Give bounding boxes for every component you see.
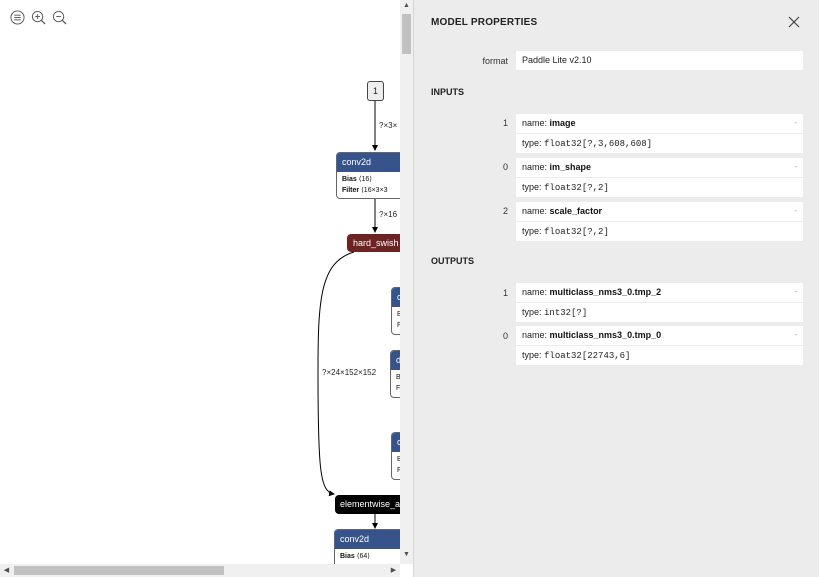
input-type: float32[?,2] [544,227,609,237]
output-index: 0 [502,331,508,341]
node-attr-value: ⟨16×3×3 [361,187,388,194]
node-attr-name: F [392,465,400,476]
node-attr-name: Filter [342,187,360,194]
graph-node[interactable]: c B F [391,287,400,335]
node-attr-name: Bias [342,176,357,183]
graph-node[interactable]: d B Fil [390,350,400,398]
output-box: name: multiclass_nms3_0.tmp_2 - type: int… [516,283,803,322]
node-title: conv2d [335,530,400,549]
node-attr-value: ⟨16⟩ [358,176,372,183]
node-title: c [392,433,400,452]
hard-swish-node[interactable]: hard_swish [347,234,400,252]
name-label: name: [522,162,548,172]
input-box: name: image - type: float32[?,3,608,608] [516,114,803,153]
elementwise-add-node[interactable]: elementwise_ac [335,495,400,514]
node-attr-name: Fil [396,385,400,392]
scrollbar-thumb[interactable] [402,14,411,54]
format-value: Paddle Lite v2.10 [522,55,592,65]
scrollbar-thumb[interactable] [14,566,224,575]
input-name: image [549,118,576,128]
expand-button[interactable]: - [794,113,797,132]
node-attr-value: ⟨64⟩ [356,553,370,560]
close-icon[interactable] [787,15,801,29]
scroll-up-icon[interactable]: ▲ [400,2,413,9]
expand-button[interactable]: - [794,157,797,176]
output-box: name: multiclass_nms3_0.tmp_0 - type: flo… [516,326,803,365]
inputs-heading: INPUTS [431,87,465,97]
input-box: name: im_shape - type: float32[?,2] [516,158,803,197]
node-attr-name: B [392,454,400,465]
node-title: c [392,288,400,307]
output-name: multiclass_nms3_0.tmp_0 [549,330,662,340]
graph-canvas[interactable]: 1 ?×3× ?×16 ?×24×152×152 conv2d Bias ⟨16… [0,0,400,564]
scroll-right-icon[interactable]: ▶ [387,566,400,574]
expand-button[interactable]: - [794,282,797,301]
type-label: type: [522,182,542,192]
graph-node[interactable]: c B F [391,432,400,480]
input-box: name: scale_factor - type: float32[?,2] [516,202,803,241]
node-title: conv2d [337,153,400,172]
conv2d-node[interactable]: conv2d Bias ⟨16⟩ Filter ⟨16×3×3 [336,152,400,199]
vertical-scrollbar[interactable]: ▲ ▼ [400,0,413,564]
graph-input-node[interactable]: 1 [367,81,384,101]
format-box: Paddle Lite v2.10 [516,51,803,70]
input-type: float32[?,2] [544,183,609,193]
type-label: type: [522,226,542,236]
name-label: name: [522,330,548,340]
model-properties-sidebar: MODEL PROPERTIES format Paddle Lite v2.1… [413,0,819,577]
expand-button[interactable]: - [794,201,797,220]
input-name: im_shape [549,162,592,172]
conv2d-node[interactable]: conv2d Bias ⟨64⟩ [334,529,400,564]
input-index: 2 [502,206,508,216]
scroll-left-icon[interactable]: ◀ [0,566,13,574]
type-label: type: [522,350,542,360]
input-index: 0 [502,162,508,172]
graph-edges [317,100,378,529]
type-label: type: [522,307,542,317]
format-label: format [482,56,508,66]
output-index: 1 [502,288,508,298]
name-label: name: [522,118,548,128]
sidebar-title: MODEL PROPERTIES [431,17,538,28]
name-label: name: [522,206,548,216]
node-attr-name: F [392,320,400,331]
output-type: float32[22743,6] [544,351,631,361]
output-name: multiclass_nms3_0.tmp_2 [549,287,662,297]
output-type: int32[?] [544,308,588,318]
name-label: name: [522,287,548,297]
expand-button[interactable]: - [794,325,797,344]
node-title: d [391,351,400,370]
edge-label: ?×3× [379,121,398,130]
input-name: scale_factor [549,206,603,216]
edge-label: ?×16 [379,210,398,219]
node-attr-name: Bias [340,553,355,560]
scroll-down-icon[interactable]: ▼ [400,551,413,558]
node-attr-name: B [392,309,400,320]
outputs-heading: OUTPUTS [431,256,475,266]
input-type: float32[?,3,608,608] [544,139,653,149]
horizontal-scrollbar[interactable]: ◀ ▶ [0,564,400,577]
input-index: 1 [502,118,508,128]
edge-label: ?×24×152×152 [322,368,377,377]
type-label: type: [522,138,542,148]
node-attr-name: B [391,372,400,383]
